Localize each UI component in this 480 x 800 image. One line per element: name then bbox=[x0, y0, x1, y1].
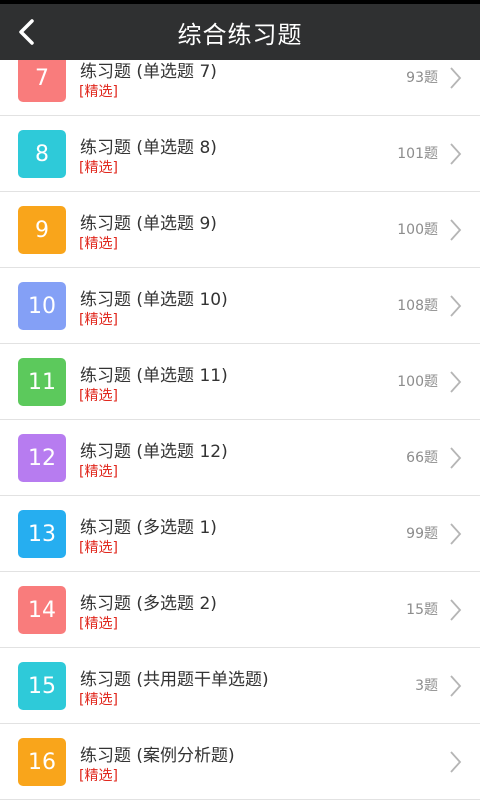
list-item[interactable]: 15 练习题 (共用题干单选题) [精选] 3题 bbox=[0, 648, 480, 724]
item-number-badge: 7 bbox=[18, 54, 66, 102]
list-item[interactable]: 13 练习题 (多选题 1) [精选] 99题 bbox=[0, 496, 480, 572]
item-title: 练习题 (多选题 1) bbox=[80, 518, 217, 538]
item-number-badge: 11 bbox=[18, 358, 66, 406]
item-title: 练习题 (单选题 7) bbox=[80, 62, 217, 82]
item-count: 100题 bbox=[397, 222, 438, 238]
list-item[interactable]: 14 练习题 (多选题 2) [精选] 15题 bbox=[0, 572, 480, 648]
item-tag: [精选] bbox=[79, 768, 118, 784]
item-title: 练习题 (多选题 2) bbox=[80, 594, 217, 614]
item-count: 3题 bbox=[415, 678, 438, 694]
back-button[interactable] bbox=[8, 8, 44, 56]
chevron-right-icon bbox=[450, 447, 462, 469]
item-count: 66题 bbox=[406, 450, 438, 466]
chevron-right-icon bbox=[450, 599, 462, 621]
item-tag: [精选] bbox=[79, 84, 118, 100]
item-tag: [精选] bbox=[79, 236, 118, 252]
chevron-right-icon bbox=[450, 751, 462, 773]
item-number-badge: 9 bbox=[18, 206, 66, 254]
item-title: 练习题 (案例分析题) bbox=[80, 746, 235, 766]
item-title: 练习题 (单选题 8) bbox=[80, 138, 217, 158]
chevron-right-icon bbox=[450, 67, 462, 89]
item-tag: [精选] bbox=[79, 388, 118, 404]
list-item[interactable]: 16 练习题 (案例分析题) [精选] bbox=[0, 724, 480, 800]
item-tag: [精选] bbox=[79, 540, 118, 556]
item-tag: [精选] bbox=[79, 616, 118, 632]
item-count: 100题 bbox=[397, 374, 438, 390]
item-number-badge: 10 bbox=[18, 282, 66, 330]
item-tag: [精选] bbox=[79, 464, 118, 480]
chevron-right-icon bbox=[450, 143, 462, 165]
chevron-right-icon bbox=[450, 675, 462, 697]
page-title: 综合练习题 bbox=[177, 20, 303, 49]
item-title: 练习题 (共用题干单选题) bbox=[80, 670, 269, 690]
list-item[interactable]: 8 练习题 (单选题 8) [精选] 101题 bbox=[0, 116, 480, 192]
chevron-right-icon bbox=[450, 219, 462, 241]
item-count: 93题 bbox=[406, 70, 438, 86]
item-title: 练习题 (单选题 12) bbox=[80, 442, 228, 462]
item-tag: [精选] bbox=[79, 160, 118, 176]
item-number-badge: 12 bbox=[18, 434, 66, 482]
item-count: 15题 bbox=[406, 602, 438, 618]
chevron-right-icon bbox=[450, 295, 462, 317]
exercise-list[interactable]: 7 练习题 (单选题 7) [精选] 93题 8 练习题 (单选题 8) [精选… bbox=[0, 40, 480, 800]
item-title: 练习题 (单选题 10) bbox=[80, 290, 228, 310]
app-header: 综合练习题 bbox=[0, 4, 480, 60]
item-number-badge: 15 bbox=[18, 662, 66, 710]
item-number-badge: 16 bbox=[18, 738, 66, 786]
item-number-badge: 8 bbox=[18, 130, 66, 178]
item-count: 99题 bbox=[406, 526, 438, 542]
list-item[interactable]: 10 练习题 (单选题 10) [精选] 108题 bbox=[0, 268, 480, 344]
item-title: 练习题 (单选题 11) bbox=[80, 366, 228, 386]
chevron-right-icon bbox=[450, 371, 462, 393]
item-tag: [精选] bbox=[79, 312, 118, 328]
item-title: 练习题 (单选题 9) bbox=[80, 214, 217, 234]
item-count: 108题 bbox=[397, 298, 438, 314]
item-count: 101题 bbox=[397, 146, 438, 162]
item-number-badge: 14 bbox=[18, 586, 66, 634]
list-item[interactable]: 11 练习题 (单选题 11) [精选] 100题 bbox=[0, 344, 480, 420]
item-tag: [精选] bbox=[79, 692, 118, 708]
chevron-left-icon bbox=[19, 19, 34, 45]
list-item[interactable]: 12 练习题 (单选题 12) [精选] 66题 bbox=[0, 420, 480, 496]
list-item[interactable]: 9 练习题 (单选题 9) [精选] 100题 bbox=[0, 192, 480, 268]
item-number-badge: 13 bbox=[18, 510, 66, 558]
chevron-right-icon bbox=[450, 523, 462, 545]
